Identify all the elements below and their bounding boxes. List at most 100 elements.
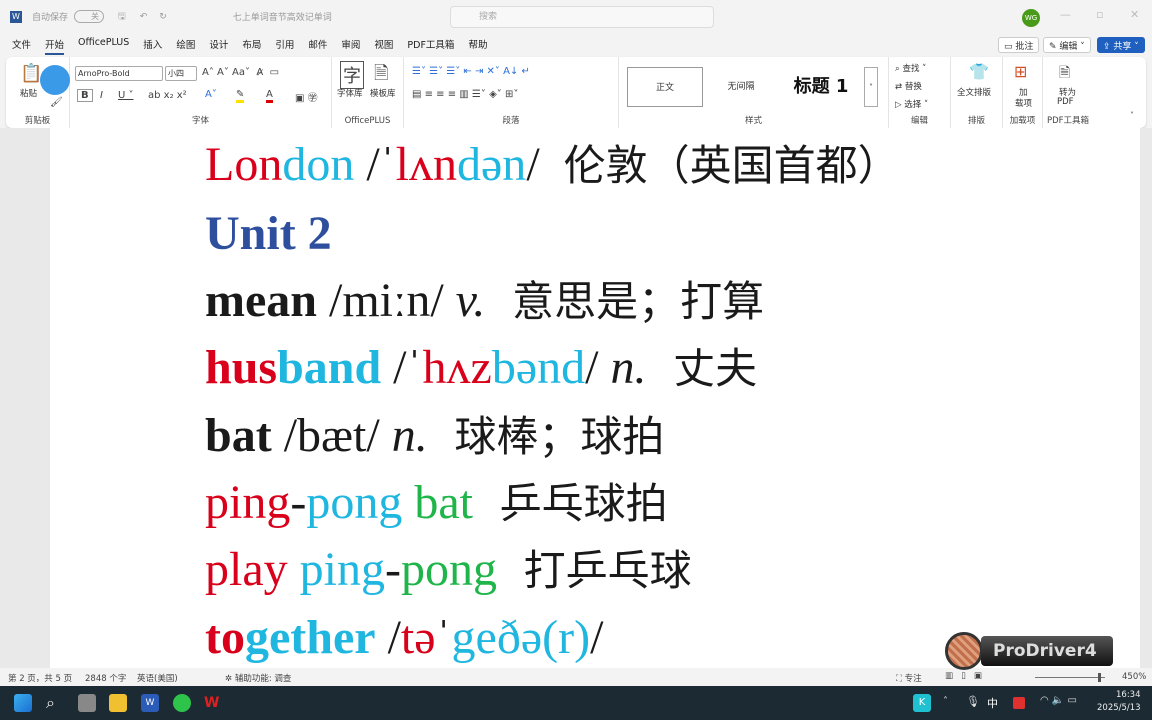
replace-button[interactable]: ⇄ 替换	[895, 80, 922, 92]
doc-title[interactable]: 七上单词音节高效记单词	[233, 10, 332, 23]
format-painter-icon[interactable]: 🖌	[50, 97, 63, 108]
tab-officeplus[interactable]: OfficePLUS	[78, 37, 129, 55]
layout-label: 排版	[967, 116, 985, 126]
font-size-select[interactable]: 小四	[165, 66, 197, 81]
wps-icon[interactable]: W	[204, 694, 222, 712]
search-icon[interactable]: ⌕	[46, 694, 64, 712]
document-line[interactable]: husband /ˈhʌzbənd/ n. 丈夫	[205, 344, 757, 392]
zoom-slider-thumb[interactable]	[1098, 673, 1101, 682]
char-shading-icon[interactable]: ▣ ㊫	[295, 89, 318, 104]
styles-label: 样式	[744, 116, 762, 126]
undo-icon[interactable]: ↶	[140, 12, 148, 22]
wechat-icon[interactable]	[173, 694, 191, 712]
comment-button[interactable]: ▭ 批注	[998, 37, 1040, 53]
tab-view[interactable]: 视图	[374, 37, 393, 55]
text-segment: gether	[244, 611, 376, 664]
text-segment: play	[205, 543, 300, 596]
autosave-toggle[interactable]: 关	[74, 10, 105, 23]
layout-icon[interactable]: 👕	[969, 62, 989, 81]
tab-layout[interactable]: 布局	[242, 37, 261, 55]
underline-button[interactable]: U ˅	[118, 90, 134, 101]
convert-pdf-line2: PDF	[1057, 97, 1074, 107]
list-icons[interactable]: ☰˅ ☰˅ ☰˅ ⇤ ⇥ ✕˅ A↓ ↵	[412, 66, 530, 77]
search-input[interactable]: 搜索	[450, 6, 714, 28]
tab-insert[interactable]: 插入	[143, 37, 162, 55]
style-normal[interactable]: 正文	[627, 67, 703, 107]
tab-review[interactable]: 审阅	[341, 37, 360, 55]
tab-references[interactable]: 引用	[275, 37, 294, 55]
focus-button[interactable]: ⛶ 专注	[896, 672, 922, 684]
tray-overflow-icon[interactable]: ˄	[943, 696, 948, 707]
tab-file[interactable]: 文件	[12, 37, 31, 55]
kuaishou-tray-icon[interactable]: K	[913, 694, 931, 712]
paste-button[interactable]: 粘贴	[20, 87, 37, 99]
document-line[interactable]: ping-pong bat 乒乓球拍	[205, 479, 668, 527]
avatar[interactable]: WG	[1022, 9, 1040, 27]
text-segment: bat	[402, 476, 473, 529]
word-taskbar-icon[interactable]: W	[141, 694, 159, 712]
zoom-level[interactable]: 450%	[1122, 672, 1146, 682]
language[interactable]: 英语(美国)	[137, 672, 178, 684]
document-line[interactable]: play ping-pong 打乒乓球	[205, 546, 692, 594]
style-heading-1[interactable]: 标题 1	[779, 67, 863, 107]
collapse-ribbon-icon[interactable]: ˅	[1130, 111, 1134, 120]
font-library-icon[interactable]: 字	[340, 61, 364, 89]
ime-indicator[interactable]: 中	[987, 695, 998, 711]
document-page[interactable]: London /ˈlʌndən/ 伦敦（英国首都） Unit 2 mean /miː…	[50, 128, 1140, 668]
sogou-icon[interactable]	[1013, 697, 1025, 709]
view-mode-icons[interactable]: ▥ ▯ ▣	[945, 671, 982, 681]
find-button[interactable]: ⌕ 查找 ˅	[895, 62, 926, 74]
highlight-icon[interactable]: ✎	[236, 89, 245, 103]
task-view-icon[interactable]	[78, 694, 96, 712]
redo-icon[interactable]: ↻	[159, 12, 167, 22]
addins-icon[interactable]: ⊞	[1014, 62, 1027, 81]
text-segment: /ˈ	[381, 341, 423, 394]
template-library-button[interactable]: 模板库	[370, 87, 396, 99]
minimize-button[interactable]: —	[1060, 8, 1071, 21]
tab-pdf[interactable]: PDF工具箱	[407, 37, 454, 55]
maximize-button[interactable]: ▫	[1096, 8, 1103, 21]
start-icon[interactable]	[14, 694, 32, 712]
document-line[interactable]: London /ˈlʌndən/ 伦敦（英国首都）	[205, 141, 900, 189]
alignment-icons[interactable]: ▤ ≡ ≡ ≡ ▥ ☰˅ ◈˅ ⊞˅	[412, 89, 518, 100]
file-explorer-icon[interactable]	[109, 694, 127, 712]
tab-design[interactable]: 设计	[209, 37, 228, 55]
save-icon[interactable]: 🖫	[118, 9, 126, 25]
page-count[interactable]: 第 2 页，共 5 页	[8, 672, 72, 684]
text-effects-icon[interactable]: A˅	[205, 89, 217, 100]
document-line[interactable]: Unit 2	[205, 210, 332, 258]
text-segment: lʌn	[395, 138, 457, 191]
network-volume-battery-icons[interactable]: ◠ 🔈 ▭	[1040, 695, 1077, 706]
tab-mailings[interactable]: 邮件	[308, 37, 327, 55]
share-button[interactable]: ⇪ 共享 ˅	[1097, 37, 1145, 53]
edit-button[interactable]: ✎ 编辑 ˅	[1043, 37, 1091, 53]
style-no-spacing[interactable]: 无间隔	[705, 67, 777, 107]
close-button[interactable]: ✕	[1130, 8, 1139, 21]
accessibility-button[interactable]: ✲ 辅助功能: 调查	[225, 672, 291, 684]
zoom-slider[interactable]	[1035, 673, 1105, 682]
document-line[interactable]: bat /bæt/ n. 球棒；球拍	[205, 412, 664, 460]
bold-button[interactable]: B	[77, 89, 93, 102]
styles-more-button[interactable]: ˅	[864, 67, 878, 107]
grow-font-icon[interactable]: A˄ A˅ Aa˅ A̷ ▭	[202, 67, 279, 78]
font-name-select[interactable]: ArnoPro-Bold	[75, 66, 163, 81]
word-count[interactable]: 2848 个字	[85, 672, 126, 684]
microphone-icon[interactable]: 🎙	[966, 695, 980, 708]
clock-date[interactable]: 2025/5/13	[1097, 703, 1141, 713]
tab-draw[interactable]: 绘图	[176, 37, 195, 55]
font-color-icon[interactable]: A	[266, 89, 273, 103]
select-button[interactable]: ▷ 选择 ˅	[895, 98, 928, 110]
document-line[interactable]: together /təˈgeðə(r)/	[205, 614, 603, 662]
text-segment: pong	[306, 476, 403, 529]
italic-button[interactable]: I	[100, 90, 103, 101]
full-layout-button[interactable]: 全文排版	[957, 86, 991, 98]
font-library-button[interactable]: 字体库	[337, 87, 363, 99]
document-line[interactable]: mean /miːn/ v. 意思是；打算	[205, 277, 764, 325]
chinese-meaning: 意思是；打算	[485, 277, 765, 326]
clock-time[interactable]: 16:34	[1116, 690, 1141, 700]
pdf-icon[interactable]: 🗎	[1059, 62, 1070, 86]
tab-help[interactable]: 帮助	[468, 37, 487, 55]
tab-home[interactable]: 开始	[45, 37, 65, 55]
prodriver-logo-icon	[945, 632, 983, 670]
strike-sub-super-icons[interactable]: ab x₂ x²	[148, 90, 187, 101]
